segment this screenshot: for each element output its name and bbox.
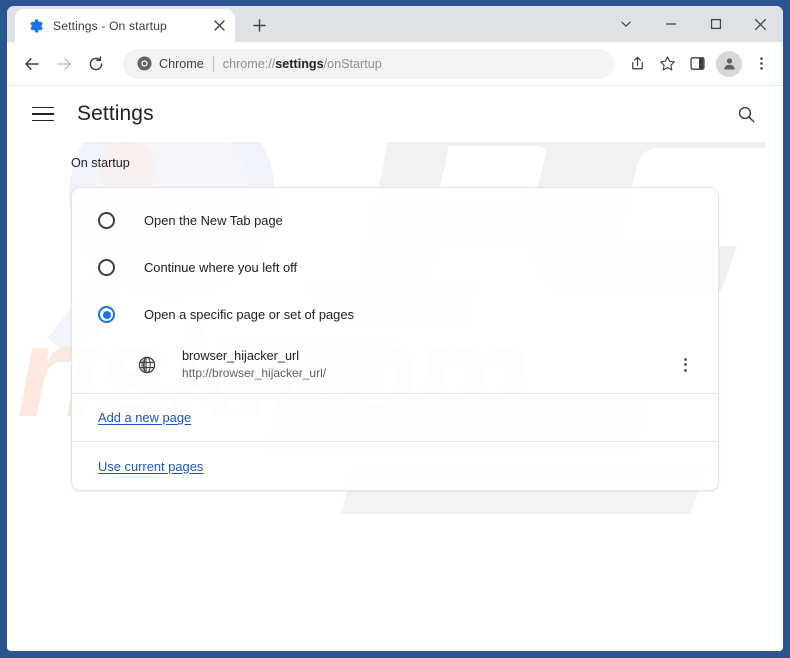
url-prefix: chrome:// [222, 56, 276, 71]
tab-title: Settings - On startup [53, 18, 167, 33]
three-dot-menu-icon [759, 57, 763, 70]
window-minimize-button[interactable] [648, 8, 693, 41]
window-maximize-button[interactable] [693, 8, 738, 41]
browser-toolbar: Chrome chrome://settings/onStartup [7, 42, 783, 86]
arrow-left-icon [25, 57, 39, 70]
section-label: On startup [71, 156, 130, 170]
window-controls [603, 6, 783, 42]
startup-page-entry: browser_hijacker_url http://browser_hija… [72, 338, 718, 394]
settings-search-button[interactable] [731, 99, 761, 129]
startup-page-url: http://browser_hijacker_url/ [182, 366, 327, 380]
settings-header: Settings [7, 86, 783, 142]
share-button[interactable] [623, 50, 651, 78]
new-tab-button[interactable] [245, 11, 273, 39]
browser-menu-button[interactable] [747, 50, 775, 78]
window-close-button[interactable] [738, 8, 783, 41]
window-chevron-down-button[interactable] [603, 8, 648, 41]
hamburger-bar [32, 106, 54, 109]
browser-window-frame: Settings - On startup Chrome chrome://se… [0, 0, 790, 658]
avatar-icon [723, 58, 735, 70]
search-icon [738, 106, 754, 122]
address-bar-url: chrome://settings/onStartup [223, 57, 382, 71]
globe-icon [138, 356, 156, 373]
side-panel-button[interactable] [683, 50, 711, 78]
bookmark-button[interactable] [653, 50, 681, 78]
kebab-dot [683, 368, 687, 372]
tab-close-icon[interactable] [211, 18, 227, 34]
profile-button[interactable] [716, 50, 742, 77]
arrow-right-icon [57, 57, 71, 70]
url-suffix: /onStartup [323, 56, 382, 71]
chrome-logo-icon [137, 56, 152, 71]
back-button[interactable] [17, 49, 47, 79]
use-current-pages-link[interactable]: Use current pages [98, 459, 203, 474]
maximize-icon [710, 19, 721, 30]
hamburger-icon[interactable] [32, 102, 56, 126]
add-a-new-page-link[interactable]: Add a new page [98, 410, 191, 425]
startup-option-new-tab[interactable]: Open the New Tab page [72, 197, 718, 244]
add-new-page-row[interactable]: Add a new page [72, 394, 718, 442]
startup-option-specific-pages[interactable]: Open a specific page or set of pages [72, 291, 718, 338]
startup-option-label: Continue where you left off [144, 260, 298, 275]
plus-icon [252, 18, 266, 32]
settings-page: risk.com Settings [7, 86, 783, 650]
startup-page-text: browser_hijacker_url http://browser_hija… [182, 349, 672, 380]
startup-option-continue[interactable]: Continue where you left off [72, 244, 718, 291]
radio-button[interactable] [98, 259, 115, 276]
startup-option-label: Open a specific page or set of pages [144, 307, 354, 322]
startup-page-name: browser_hijacker_url [182, 349, 300, 363]
use-current-pages-row[interactable]: Use current pages [72, 442, 718, 490]
radio-button[interactable] [98, 212, 115, 229]
forward-button [49, 49, 79, 79]
kebab-dot [683, 363, 687, 366]
chrome-chip: Chrome [137, 56, 204, 71]
browser-tab[interactable]: Settings - On startup [15, 9, 235, 42]
side-panel-icon [689, 57, 705, 70]
startup-option-label: Open the New Tab page [144, 213, 283, 228]
share-icon [631, 56, 643, 70]
gear-icon [30, 19, 43, 32]
reload-icon [89, 55, 103, 70]
address-bar[interactable]: Chrome chrome://settings/onStartup [123, 48, 614, 79]
tab-strip: Settings - On startup [7, 6, 783, 42]
chevron-down-icon [620, 21, 631, 27]
hamburger-bar [32, 119, 54, 122]
reload-button[interactable] [81, 49, 111, 79]
startup-page-menu-button[interactable] [672, 352, 698, 378]
close-icon [754, 18, 767, 30]
omnibox-separator [212, 55, 214, 72]
minimize-icon [665, 23, 676, 25]
browser-window: Settings - On startup Chrome chrome://se… [7, 6, 783, 651]
kebab-dot [683, 357, 687, 361]
hamburger-bar [32, 113, 54, 115]
radio-button-selected[interactable] [98, 306, 115, 323]
on-startup-card: Open the New Tab page Continue where you… [71, 187, 719, 491]
url-bold-segment: settings [275, 56, 324, 71]
chrome-chip-label: Chrome [159, 56, 204, 71]
star-icon [659, 56, 675, 71]
page-title: Settings [77, 102, 154, 125]
